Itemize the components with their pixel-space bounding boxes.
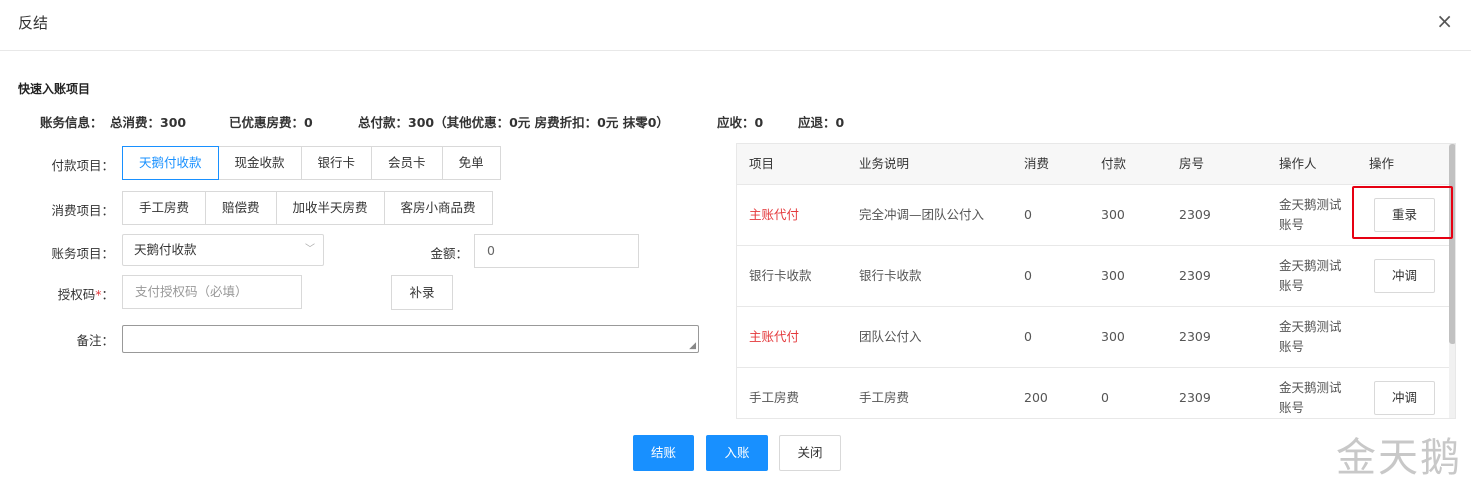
- auth-code-input[interactable]: 支付授权码（必填）: [122, 275, 302, 309]
- payment-option-cash[interactable]: 现金收款: [217, 146, 302, 180]
- row-consume: 0: [1024, 329, 1032, 344]
- row-pay: 300: [1101, 329, 1125, 344]
- row-pay: 0: [1101, 390, 1109, 405]
- reverse-button[interactable]: 冲调: [1374, 381, 1435, 415]
- row-pay: 300: [1101, 268, 1125, 283]
- payment-items-group: 天鹅付收款 现金收款 银行卡 会员卡 免单: [122, 146, 501, 180]
- close-icon[interactable]: ×: [1436, 9, 1453, 33]
- operator-line-2: 账号: [1279, 217, 1305, 232]
- table-row: 主账代付 团队公付入 0 300 2309 金天鹅测试账号: [737, 307, 1449, 368]
- consumption-option-compensation[interactable]: 赔偿费: [205, 191, 277, 225]
- consumption-option-manual-room-fee[interactable]: 手工房费: [122, 191, 207, 225]
- row-room: 2309: [1179, 390, 1211, 405]
- consumption-option-half-day-fee[interactable]: 加收半天房费: [275, 191, 385, 225]
- table-row: 银行卡收款 银行卡收款 0 300 2309 金天鹅测试账号 冲调: [737, 246, 1449, 307]
- checkout-button[interactable]: 结账: [633, 435, 694, 471]
- account-item-select[interactable]: 天鹅付收款 ﹀: [122, 234, 324, 266]
- operator-line-2: 账号: [1279, 339, 1305, 354]
- operator-line-2: 账号: [1279, 278, 1305, 293]
- resize-grip-icon[interactable]: ◢: [689, 341, 696, 351]
- consumption-option-minibar-fee[interactable]: 客房小商品费: [383, 191, 493, 225]
- row-desc: 完全冲调—团队公付入: [859, 207, 985, 222]
- col-desc: 业务说明: [859, 156, 910, 171]
- dialog-title: 反结: [18, 14, 49, 32]
- close-button[interactable]: 关闭: [779, 435, 841, 471]
- row-room: 2309: [1179, 329, 1211, 344]
- auth-code-label-text: 授权码: [57, 287, 96, 302]
- account-item-label: 账务项目：: [51, 246, 114, 261]
- row-operator: 金天鹅测试 账号: [1279, 195, 1342, 235]
- ledger-table: 项目 业务说明 消费 付款 房号 操作人 操作 主账代付 完全冲调—团队公付入 …: [736, 143, 1456, 419]
- payment-option-member-card[interactable]: 会员卡: [371, 146, 443, 180]
- row-room: 2309: [1179, 268, 1211, 283]
- col-room: 房号: [1179, 156, 1205, 171]
- row-operator: 金天鹅测试 账号: [1279, 378, 1342, 418]
- consumption-items-group: 手工房费 赔偿费 加收半天房费 客房小商品费: [122, 191, 493, 225]
- supplement-button[interactable]: 补录: [391, 275, 453, 310]
- remark-textarea[interactable]: ◢: [122, 325, 699, 353]
- watermark-logo: 金天鹅: [1336, 435, 1462, 481]
- operator-line-1: 金天鹅测试: [1279, 258, 1342, 273]
- col-consume: 消费: [1024, 156, 1050, 171]
- scrollbar-thumb[interactable]: [1449, 144, 1455, 344]
- consumption-items-label: 消费项目：: [51, 203, 114, 218]
- operator-line-1: 金天鹅测试: [1279, 319, 1342, 334]
- table-scrollbar[interactable]: [1449, 144, 1455, 418]
- row-operator: 金天鹅测试 账号: [1279, 256, 1342, 296]
- col-pay: 付款: [1101, 156, 1127, 171]
- row-desc: 银行卡收款: [859, 268, 922, 283]
- col-action: 操作: [1369, 156, 1395, 171]
- chevron-down-icon: ﹀: [305, 244, 315, 255]
- row-consume: 200: [1024, 390, 1048, 405]
- row-operator: 金天鹅测试 账号: [1279, 317, 1342, 357]
- reverse-button[interactable]: 冲调: [1374, 259, 1435, 293]
- row-item: 主账代付: [749, 207, 800, 222]
- account-item-value: 天鹅付收款: [134, 242, 197, 257]
- re-enter-button[interactable]: 重录: [1374, 198, 1435, 232]
- col-item: 项目: [749, 156, 775, 171]
- amount-input[interactable]: 0: [474, 234, 639, 268]
- col-operator: 操作人: [1279, 156, 1317, 171]
- total-consumption: 总消费：300: [110, 115, 187, 130]
- auth-code-label: 授权码*：: [24, 284, 114, 303]
- table-header: 项目 业务说明 消费 付款 房号 操作人 操作: [737, 144, 1449, 185]
- payment-option-swan-pay[interactable]: 天鹅付收款: [122, 146, 219, 180]
- row-consume: 0: [1024, 207, 1032, 222]
- remark-label: 备注：: [76, 333, 114, 348]
- payment-items-label: 付款项目：: [51, 158, 114, 173]
- row-pay: 300: [1101, 207, 1125, 222]
- table-row: 手工房费 手工房费 200 0 2309 金天鹅测试账号 冲调: [737, 368, 1449, 418]
- refund: 应退：0: [798, 115, 845, 130]
- payment-option-free[interactable]: 免单: [441, 146, 501, 180]
- dialog-header: 反结 ×: [0, 0, 1471, 51]
- operator-line-2: 账号: [1279, 400, 1305, 415]
- amount-label: 金额：: [430, 246, 468, 261]
- receivable: 应收：0: [717, 115, 764, 130]
- row-item: 手工房费: [749, 390, 800, 405]
- section-title: 快速入账项目: [18, 82, 91, 96]
- row-room: 2309: [1179, 207, 1211, 222]
- operator-line-1: 金天鹅测试: [1279, 197, 1342, 212]
- row-consume: 0: [1024, 268, 1032, 283]
- row-item: 银行卡收款: [749, 268, 812, 283]
- account-info-label: 账务信息：: [40, 115, 103, 130]
- payment-option-bank-card[interactable]: 银行卡: [300, 146, 373, 180]
- auth-code-colon: ：: [101, 287, 114, 302]
- room-discount: 已优惠房费：0: [229, 115, 313, 130]
- row-item: 主账代付: [749, 329, 800, 344]
- total-payment: 总付款：300（其他优惠：0元 房费折扣：0元 抹零0）: [358, 115, 669, 130]
- operator-line-1: 金天鹅测试: [1279, 380, 1342, 395]
- row-desc: 团队公付入: [859, 329, 922, 344]
- post-button[interactable]: 入账: [706, 435, 768, 471]
- row-desc: 手工房费: [859, 390, 910, 405]
- table-row: 主账代付 完全冲调—团队公付入 0 300 2309 金天鹅测试账号 重录: [737, 185, 1449, 246]
